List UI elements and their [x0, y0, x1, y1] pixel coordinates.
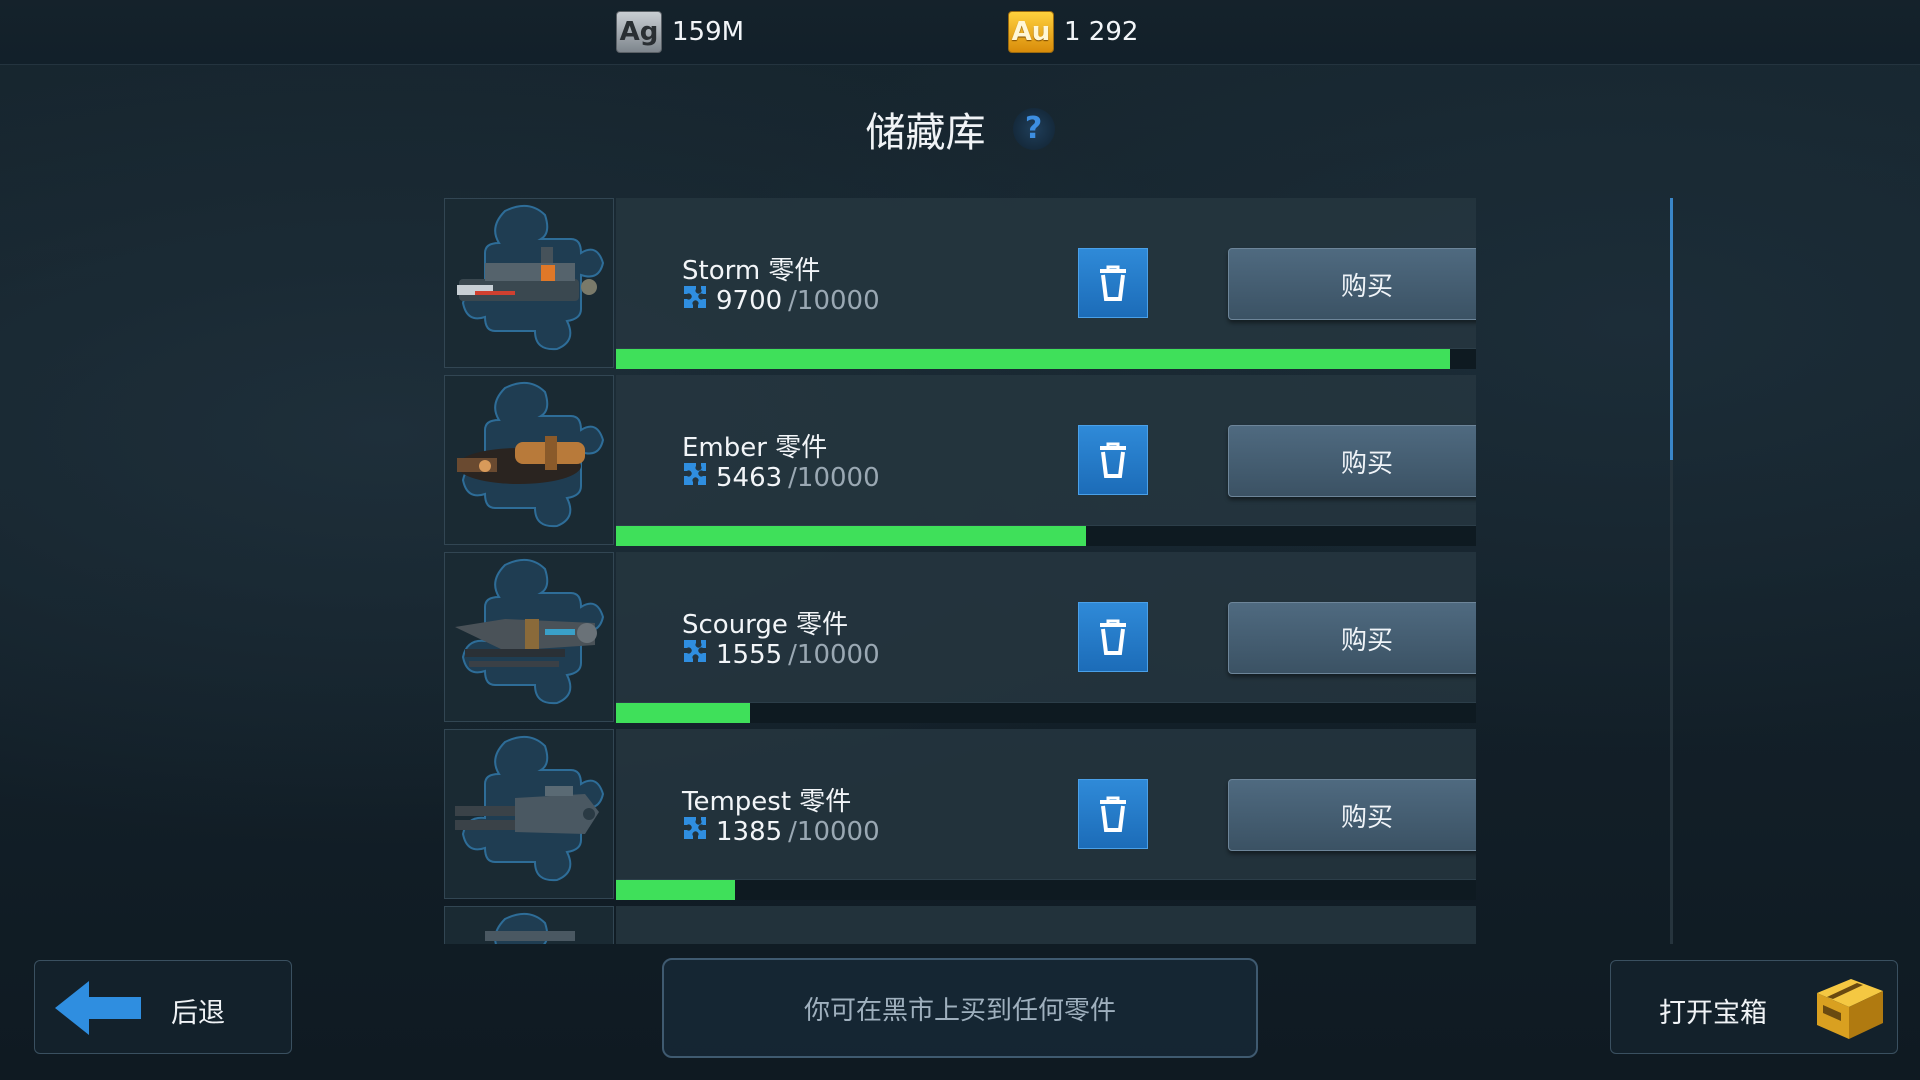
puzzle-piece-icon: [682, 638, 708, 671]
item-owned: 1555: [716, 639, 783, 670]
item-name: Scourge 零件: [682, 610, 849, 640]
list-item: Ember 零件 5463 /10000 购买: [444, 375, 1476, 546]
back-button[interactable]: 后退: [34, 960, 292, 1054]
puzzle-piece-icon: [682, 284, 708, 317]
item-name: Tempest 零件: [682, 787, 852, 817]
buy-button[interactable]: 购买: [1228, 248, 1476, 320]
puzzle-piece-icon: [682, 461, 708, 494]
page-header: 储藏库 ?: [0, 100, 1920, 158]
item-panel: Scourge 零件 1555 /10000 购买: [616, 552, 1476, 722]
progress-fill: [616, 349, 1451, 369]
delete-button[interactable]: [1078, 779, 1148, 849]
item-owned: 9700: [716, 285, 783, 316]
progress-bar: [616, 879, 1476, 900]
buy-button[interactable]: 购买: [1228, 602, 1476, 674]
item-count: 5463 /10000: [682, 461, 880, 494]
page-title: 储藏库: [865, 110, 986, 156]
delete-button[interactable]: [1078, 602, 1148, 672]
weapon-icon: [444, 906, 614, 944]
list-item: Scourge 零件 1555 /10000 购买: [444, 552, 1476, 723]
trash-icon: [1100, 442, 1126, 478]
progress-bar: [616, 702, 1476, 723]
trash-icon: [1100, 796, 1126, 832]
parts-list[interactable]: Storm 零件 9700 /10000 购买 Ember 零件 5463 /1…: [444, 198, 1476, 944]
progress-bar: [616, 525, 1476, 546]
progress-fill: [616, 526, 1086, 546]
progress-bar: [616, 348, 1476, 369]
item-owned: 1385: [716, 816, 783, 847]
item-panel: Tempest 零件 1385 /10000 购买: [616, 729, 1476, 899]
help-button[interactable]: ?: [1012, 108, 1055, 150]
list-scrollbar[interactable]: [1670, 198, 1673, 944]
ember-weapon-icon: [444, 375, 614, 545]
item-count: 9700 /10000: [682, 284, 880, 317]
progress-fill: [616, 703, 750, 723]
item-total: /10000: [788, 816, 880, 847]
item-panel: [616, 906, 1476, 944]
scourge-weapon-icon: [444, 552, 614, 722]
gold-icon: Au: [1008, 11, 1054, 53]
delete-button[interactable]: [1078, 248, 1148, 318]
trash-icon: [1100, 619, 1126, 655]
gold-amount: 1 292: [1064, 17, 1139, 47]
treasure-chest-icon: [1817, 979, 1883, 1039]
buy-button[interactable]: 购买: [1228, 779, 1476, 851]
list-item: Tempest 零件 1385 /10000 购买: [444, 729, 1476, 900]
progress-fill: [616, 880, 736, 900]
back-arrow-icon: [55, 981, 141, 1035]
silver-currency: Ag 159M: [616, 10, 744, 54]
open-chest-button[interactable]: 打开宝箱: [1610, 960, 1898, 1054]
silver-amount: 159M: [672, 17, 745, 47]
tempest-weapon-icon: [444, 729, 614, 899]
black-market-hint: 你可在黑市上买到任何零件: [662, 958, 1258, 1058]
item-name: Ember 零件: [682, 433, 828, 463]
storm-weapon-icon: [444, 198, 614, 368]
item-panel: Ember 零件 5463 /10000 购买: [616, 375, 1476, 545]
delete-button[interactable]: [1078, 425, 1148, 495]
item-count: 1385 /10000: [682, 815, 880, 848]
currency-bar: Ag 159M Au 1 292: [0, 0, 1920, 65]
buy-button[interactable]: 购买: [1228, 425, 1476, 497]
list-item: [444, 906, 1476, 944]
puzzle-piece-icon: [682, 815, 708, 848]
gold-currency: Au 1 292: [1008, 10, 1138, 54]
item-total: /10000: [788, 285, 880, 316]
silver-icon: Ag: [616, 11, 662, 53]
item-total: /10000: [788, 462, 880, 493]
item-owned: 5463: [716, 462, 783, 493]
item-name: Storm 零件: [682, 256, 821, 286]
list-item: Storm 零件 9700 /10000 购买: [444, 198, 1476, 369]
open-chest-label: 打开宝箱: [1659, 998, 1767, 1029]
item-total: /10000: [788, 639, 880, 670]
back-label: 后退: [171, 998, 225, 1029]
item-count: 1555 /10000: [682, 638, 880, 671]
trash-icon: [1100, 265, 1126, 301]
item-panel: Storm 零件 9700 /10000 购买: [616, 198, 1476, 368]
scrollbar-thumb[interactable]: [1670, 198, 1673, 460]
